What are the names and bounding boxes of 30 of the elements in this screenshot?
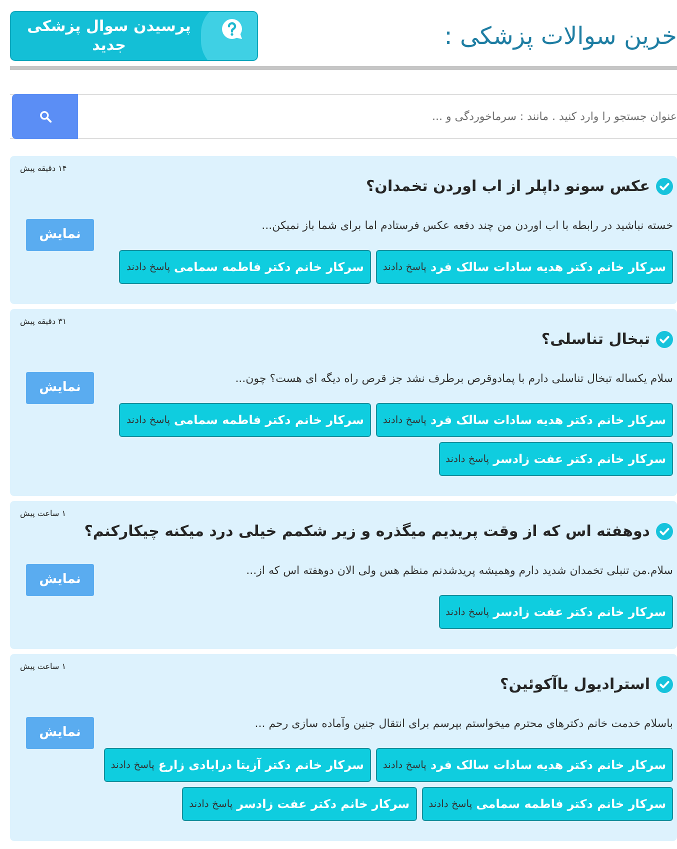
answered-by-link[interactable]: سرکار خانم دکتر فاطمه سمامی پاسخ دادند [119,403,371,437]
time-ago-text: ۱ ساعت پیش [20,662,66,672]
time-ago-text: ۳۱ دقیقه پیش [20,317,67,327]
answered-by-link[interactable]: سرکار خانم دکتر فاطمه سمامی پاسخ دادند [422,787,673,821]
check-circle-icon [656,330,673,348]
check-circle-icon [656,178,673,194]
answered-by-link[interactable]: سرکار خانم دکتر هدیه سادات سالک فرد پاسخ دادند [376,250,673,284]
search-button[interactable] [12,94,78,139]
question-bubble-icon [221,18,243,40]
answered-by-link[interactable]: سرکار خانم دکتر فاطمه سمامی پاسخ دادند [119,250,371,284]
question-title[interactable]: تبخال تناسلی؟ [541,328,650,350]
question-title[interactable]: دوهفته اس که از وقت پریدیم میگذره و زیر شکمم خیلی درد میکنه چیکارکنم؟ [84,520,650,542]
question-excerpt: سلام یکساله تبخال تناسلی دارم با پمادوقرص برطرف نشد جز قرص راه دیگه ای هست؟ چون... [234,371,673,387]
answered-by-link[interactable]: سرکار خانم دکتر عفت زادسر پاسخ دادند [438,442,673,476]
answered-by-link[interactable]: سرکار خانم دکتر عفت زادسر پاسخ دادند [182,787,417,821]
check-circle-icon [656,522,673,540]
answered-by-link[interactable]: سرکار خانم دکتر هدیه سادات سالک فرد پاسخ دادند [376,748,673,782]
question-excerpt: باسلام خدمت خانم دکترهای محترم میخواستم بپرسم برای انتقال جنین وآماده سازی رحم ... [254,716,673,732]
page-heading: خرین سوالات پزشکی : [444,21,677,51]
question-title[interactable]: عکس سونو داپلر از اب اوردن تخمدان؟ [366,175,650,197]
check-circle-icon [656,676,673,692]
time-ago-text: ۱ ساعت پیش [20,509,66,519]
answered-by-link[interactable]: سرکار خانم دکتر آزیتا درابادی زارع پاسخ دادند [104,748,371,782]
answered-by-link[interactable]: سرکار خانم دکتر عفت زادسر پاسخ دادند [438,595,673,629]
question-excerpt: سلام.من تنبلی تخمدان شدید دارم وهمیشه پریدشدنم منظم هس ولی الان دوهفته اس که از... [245,563,673,579]
question-title[interactable]: استرادیول یاآکوئین؟ [500,673,650,695]
time-ago-text: ۱۴ دقیقه پیش [20,164,67,174]
search-icon [38,110,52,123]
answered-by-link[interactable]: سرکار خانم دکتر هدیه سادات سالک فرد پاسخ دادند [376,403,673,437]
question-excerpt: خسته نباشید در رابطه با اب اوردن من چند دفعه عکس فرستادم اما برای شما باز نمیکن... [260,218,673,234]
